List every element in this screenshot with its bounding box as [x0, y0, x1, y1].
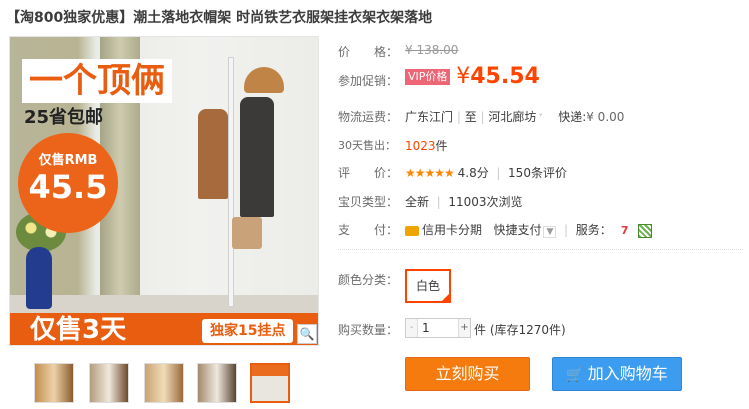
buy-now-button[interactable]: 立刻购买	[405, 357, 530, 391]
qty-stock: 件 (库存1270件)	[474, 323, 566, 337]
promo-price-value: 45.5	[28, 168, 108, 206]
chevron-down-icon[interactable]: ▼	[543, 226, 557, 238]
promo-price-circle: 仅售RMB 45.5	[18, 133, 118, 233]
quantity-input[interactable]	[419, 319, 459, 337]
image-hat	[244, 67, 284, 93]
image-coat-brown	[198, 109, 228, 199]
qty-decrement-button[interactable]: -	[406, 319, 418, 337]
image-coat-dark	[240, 97, 274, 217]
pay-credit[interactable]: 信用卡分期	[422, 223, 482, 237]
shipping-from: 广东江门	[405, 110, 454, 124]
pay-label: 支 付：	[338, 223, 399, 237]
type-views: 11003次浏览	[448, 195, 523, 209]
color-option-white[interactable]: 白色	[405, 269, 451, 303]
price-label: 价 格：	[338, 45, 399, 59]
sold-count: 1023	[405, 139, 436, 153]
current-price-value: 45.54	[470, 64, 540, 89]
shipping-to-dropdown[interactable]: 河北廊坊 ˇ	[488, 110, 543, 124]
rating-score: 4.8分	[457, 166, 489, 180]
sold-label: 30天售出：	[338, 139, 396, 152]
price-original: ¥ 138.00	[405, 43, 459, 57]
sold-unit: 件	[435, 139, 448, 153]
magnifier-icon[interactable]: 🔍	[297, 324, 317, 344]
qty-increment-button[interactable]: +	[458, 319, 470, 337]
rating-reviews-link[interactable]: 150条评价	[508, 166, 567, 180]
promo-hooks: 独家15挂点	[202, 319, 294, 343]
image-coat-rack	[228, 57, 234, 307]
sold-info: 1023件	[405, 137, 448, 154]
add-to-cart-button[interactable]: 🛒 加入购物车	[552, 357, 682, 391]
type-info: 全新 | 11003次浏览	[405, 195, 523, 209]
thumbnail-1[interactable]	[34, 363, 74, 403]
thumbnail-4[interactable]	[197, 363, 237, 403]
current-price: ¥45.54	[456, 64, 540, 89]
pay-quick[interactable]: 快捷支付	[493, 223, 541, 237]
add-to-cart-label: 加入购物车	[587, 364, 668, 383]
rating-info: ★★★★★ 4.8分 | 150条评价	[405, 166, 567, 180]
shipping-label: 物流运费：	[338, 110, 399, 124]
thumbnail-3[interactable]	[144, 363, 184, 403]
main-product-image[interactable]: 一个顶俩 25省包邮 仅售RMB 45.5 仅售3天 独家15挂点 🔍	[9, 36, 319, 346]
shipping-info: 广东江门 | 至 | 河北廊坊 ˇ 快递:¥ 0.00	[405, 110, 625, 124]
quantity-stepper: - +	[405, 318, 471, 338]
promo-label: 参加促销：	[338, 74, 399, 88]
pay-info: 信用卡分期 快捷支付 ▼ | 服务： 7	[405, 221, 652, 238]
color-label: 颜色分类：	[338, 273, 399, 287]
promo-price-group: VIP价格 ¥45.54	[405, 64, 540, 89]
image-vase	[26, 247, 52, 309]
service-label: 服务：	[575, 223, 612, 237]
rating-label: 评 价：	[338, 166, 399, 180]
type-label: 宝贝类型：	[338, 195, 399, 209]
promo-price-label: 仅售RMB	[38, 153, 98, 168]
shipping-to: 河北廊坊	[488, 110, 537, 124]
promo-headline: 一个顶俩	[22, 59, 172, 103]
thumbnail-5[interactable]	[250, 363, 290, 403]
shipping-fee: ¥ 0.00	[586, 110, 625, 124]
chevron-down-icon: ˇ	[538, 114, 543, 124]
selected-corner-icon	[441, 293, 450, 302]
vip-badge: VIP价格	[405, 68, 451, 85]
qty-label: 购买数量：	[338, 323, 399, 337]
credit-card-icon	[405, 225, 419, 236]
promo-shipping: 25省包邮	[24, 107, 104, 128]
type-value: 全新	[405, 195, 430, 209]
cart-icon: 🛒	[566, 367, 584, 383]
service-badge-icon[interactable]	[637, 223, 652, 238]
divider	[338, 249, 743, 250]
yen-symbol: ¥	[456, 64, 471, 89]
shipping-express: 快递:	[558, 110, 587, 124]
thumbnail-2[interactable]	[89, 363, 129, 403]
promo-days: 仅售3天	[30, 315, 127, 345]
color-option-label: 白色	[415, 279, 440, 293]
thumbnail-strip	[34, 363, 296, 405]
image-bag	[232, 217, 262, 249]
shipping-sep: 至	[464, 110, 477, 124]
star-rating-icon: ★★★★★	[405, 166, 455, 180]
product-title: 【淘800独家优惠】潮土落地衣帽架 时尚铁艺衣服架挂衣架衣架落地	[6, 10, 433, 26]
seven-day-return-icon[interactable]: 7	[618, 224, 632, 238]
